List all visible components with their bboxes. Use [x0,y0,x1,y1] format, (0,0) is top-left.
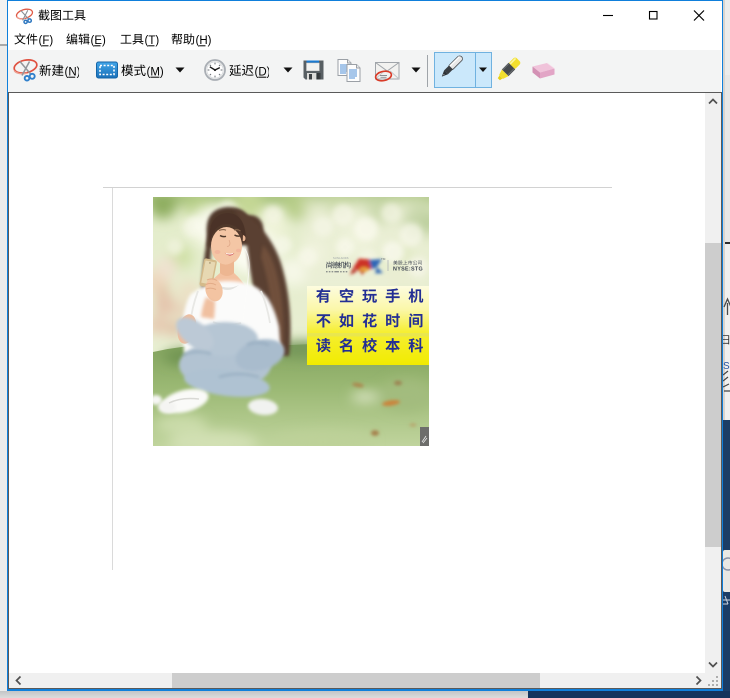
svg-text:(M): (M) [147,67,164,79]
svg-text:(H): (H) [196,35,212,47]
svg-text:(T): (T) [145,35,160,47]
svg-text:(N): (N) [65,67,80,79]
svg-text:TM: TM [381,257,386,261]
svg-text:S: S [723,361,730,372]
svg-text:(E): (E) [91,35,107,47]
svg-text:(F): (F) [39,35,54,47]
svg-text:SUNLANDS: SUNLANDS [333,256,349,260]
svg-text:(D): (D) [255,67,270,79]
svg-text:NYSE:STG: NYSE:STG [393,267,423,273]
